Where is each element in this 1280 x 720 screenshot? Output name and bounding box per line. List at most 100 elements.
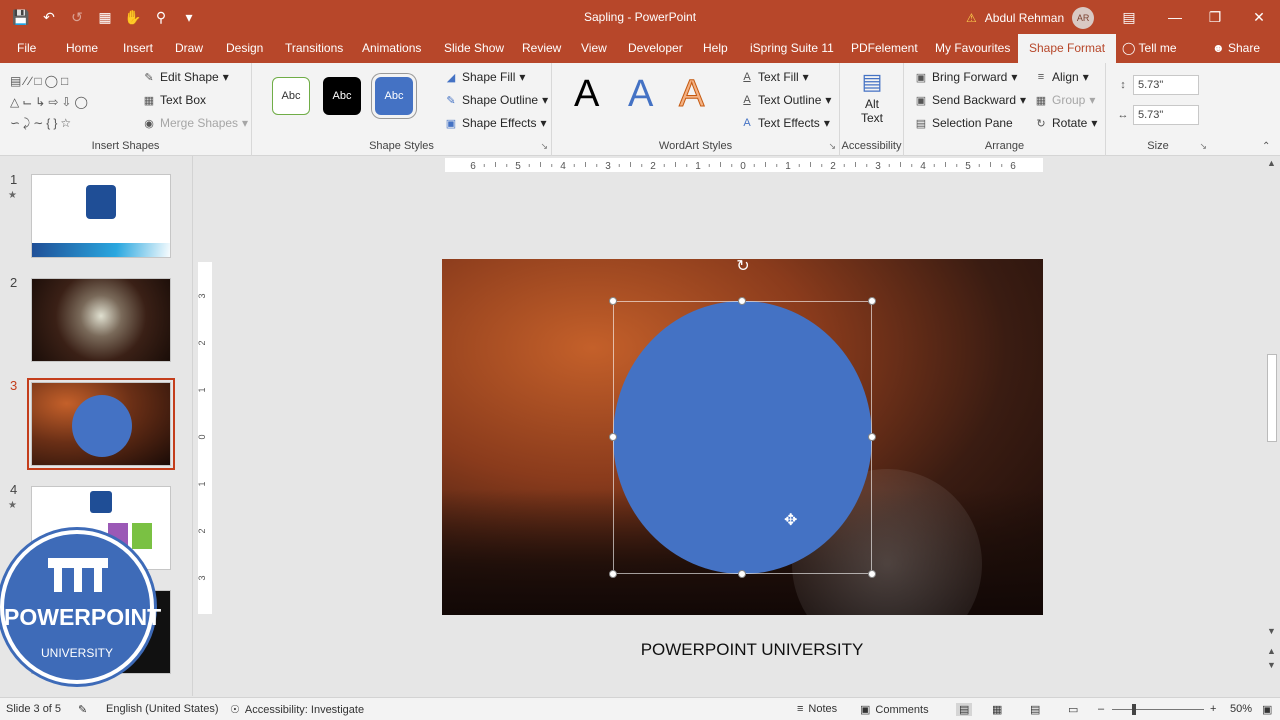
close-icon[interactable]: ✕ — [1246, 6, 1272, 28]
shape-fill-button[interactable]: ◢ Shape Fill ▾ — [444, 70, 526, 84]
zoom-out-icon[interactable]: – — [1098, 703, 1104, 715]
share-button[interactable]: ☻ Share — [1212, 41, 1260, 55]
align-button[interactable]: ≡ Align ▾ — [1034, 70, 1089, 84]
tab-animations[interactable]: Animations — [362, 41, 421, 55]
style-swatch-outline[interactable]: Abc — [272, 77, 310, 115]
text-fill-button[interactable]: A Text Fill ▾ — [740, 70, 808, 84]
rotate-button[interactable]: ↻ Rotate ▾ — [1034, 116, 1097, 130]
alt-text-button[interactable]: ▤ Alt Text — [850, 69, 894, 125]
resize-handle-bm[interactable] — [738, 570, 746, 578]
resize-handle-mr[interactable] — [868, 433, 876, 441]
user-account[interactable]: ⚠ Abdul Rehman AR — [966, 7, 1095, 29]
next-slide-icon[interactable]: ▼ — [1267, 660, 1276, 670]
slide-sorter-icon[interactable]: ▦ — [992, 703, 1002, 716]
previous-slide-icon[interactable]: ▲ — [1267, 646, 1276, 656]
ribbon-display-icon[interactable]: ▤ — [1116, 6, 1142, 28]
slideshow-view-icon[interactable]: ▭ — [1068, 703, 1078, 716]
accessibility-checker[interactable]: ☉ Accessibility: Investigate — [230, 703, 364, 717]
text-outline-label: Text Outline — [758, 93, 822, 107]
scroll-down-icon[interactable]: ▼ — [1267, 626, 1276, 636]
resize-handle-br[interactable] — [868, 570, 876, 578]
group-arrange: ▣ Bring Forward ▾ ▣ Send Backward ▾ ▤ Selec… — [904, 63, 1106, 156]
send-backward-button[interactable]: ▣ Send Backward ▾ — [914, 93, 1026, 107]
tab-draw[interactable]: Draw — [175, 41, 203, 55]
tab-review[interactable]: Review — [522, 41, 561, 55]
tab-design[interactable]: Design — [226, 41, 263, 55]
text-outline-button[interactable]: A Text Outline ▾ — [740, 93, 831, 107]
tab-ispring[interactable]: iSpring Suite 11 — [750, 41, 834, 55]
scroll-up-icon[interactable]: ▲ — [1267, 158, 1276, 168]
maximize-icon[interactable]: ❐ — [1202, 6, 1228, 28]
rotate-handle-icon[interactable]: ↻ — [734, 258, 752, 276]
logo-shape — [90, 491, 112, 513]
tab-home[interactable]: Home — [66, 41, 98, 55]
shapes-gallery[interactable]: ▤∕∕□◯□ △⌙↳⇨⇩◯ ∽⤸∼{}☆ — [10, 71, 122, 133]
shape-outline-button[interactable]: ✎ Shape Outline ▾ — [444, 93, 548, 107]
tab-shape-format[interactable]: Shape Format — [1018, 34, 1117, 63]
wordart-blue[interactable]: A — [628, 73, 653, 116]
text-effects-button[interactable]: A Text Effects ▾ — [740, 116, 830, 130]
slide-thumbnail-3[interactable] — [27, 378, 175, 470]
zoom-level[interactable]: 50% — [1230, 703, 1252, 715]
ruler-tick-label: 0 — [198, 434, 207, 439]
style-swatch-black[interactable]: Abc — [323, 77, 361, 115]
fit-to-window-icon[interactable]: ▣ — [1262, 703, 1272, 716]
text-box-icon: ▦ — [143, 94, 155, 107]
dialog-launcher-icon[interactable]: ↘ — [1199, 141, 1207, 152]
reading-view-icon[interactable]: ▤ — [1030, 703, 1040, 716]
style-swatch-blue[interactable]: Abc — [375, 77, 413, 115]
normal-view-icon[interactable]: ▤ — [956, 703, 973, 716]
selection-pane-button[interactable]: ▤ Selection Pane — [914, 116, 1013, 130]
resize-handle-tl[interactable] — [609, 297, 617, 305]
tab-my-favourites[interactable]: My Favourites — [935, 41, 1010, 55]
tab-slide-show[interactable]: Slide Show — [444, 41, 504, 55]
zoom-slider[interactable] — [1112, 704, 1204, 715]
edit-shape-button[interactable]: ✎ Edit Shape ▾ — [142, 70, 228, 84]
height-input[interactable]: 5.73" — [1133, 75, 1199, 95]
tab-tell-me[interactable]: ◯ Tell me — [1122, 41, 1177, 55]
spelling-icon[interactable]: ✎ — [78, 703, 87, 716]
scroll-thumb[interactable] — [1267, 354, 1277, 442]
resize-handle-tm[interactable] — [738, 297, 746, 305]
animation-star-icon: ★ — [8, 190, 17, 201]
align-label: Align — [1052, 70, 1079, 84]
notes-text[interactable]: POWERPOINT UNIVERSITY — [442, 640, 1062, 660]
tab-pdfelement[interactable]: PDFelement — [851, 41, 918, 55]
slide-thumbnail-2[interactable] — [31, 278, 171, 362]
ruler-ticks: 6 5 4 3 2 1 0 1 2 3 4 5 6 — [470, 161, 1016, 172]
badge-subtitle: UNIVERSITY — [40, 646, 113, 660]
text-box-button[interactable]: ▦ Text Box — [142, 93, 206, 107]
width-input[interactable]: 5.73" — [1133, 105, 1199, 125]
tab-transitions[interactable]: Transitions — [285, 41, 343, 55]
align-icon: ≡ — [1037, 71, 1045, 83]
dialog-launcher-icon[interactable]: ↘ — [828, 141, 836, 152]
merge-shapes-button[interactable]: ◉ Merge Shapes ▾ — [142, 116, 248, 130]
resize-handle-ml[interactable] — [609, 433, 617, 441]
tab-help[interactable]: Help — [703, 41, 728, 55]
paint-bucket-icon: ◢ — [446, 71, 456, 84]
rotate-label: Rotate — [1052, 116, 1088, 130]
language-indicator[interactable]: English (United States) — [106, 703, 219, 715]
tab-file[interactable]: File — [17, 41, 36, 55]
resize-handle-bl[interactable] — [609, 570, 617, 578]
shape-effects-button[interactable]: ▣ Shape Effects ▾ — [444, 116, 547, 130]
tell-me-label: Tell me — [1138, 41, 1177, 55]
tab-developer[interactable]: Developer — [628, 41, 683, 55]
collapse-ribbon-icon[interactable]: ⌃ — [1262, 141, 1270, 152]
group-button[interactable]: ▦ Group ▾ — [1034, 93, 1096, 107]
comments-button[interactable]: ▣ Comments — [860, 703, 929, 717]
bring-forward-button[interactable]: ▣ Bring Forward ▾ — [914, 70, 1018, 84]
vertical-scrollbar[interactable]: ▲ ▼ ▲ ▼ — [1264, 156, 1280, 696]
resize-handle-tr[interactable] — [868, 297, 876, 305]
slide-thumbnail-1[interactable] — [31, 174, 171, 258]
vertical-ruler: 3 2 1 0 1 2 3 — [197, 262, 212, 614]
tab-view[interactable]: View — [581, 41, 607, 55]
wordart-black[interactable]: A — [574, 73, 599, 116]
notes-button[interactable]: ≡ Notes — [797, 703, 837, 715]
minimize-icon[interactable]: — — [1162, 6, 1188, 28]
group-size: ↕ 5.73" ↔ 5.73" Size ↘ — [1106, 63, 1210, 156]
wordart-orange[interactable]: A — [678, 73, 704, 116]
zoom-in-icon[interactable]: + — [1210, 703, 1216, 715]
tab-insert[interactable]: Insert — [123, 41, 153, 55]
dialog-launcher-icon[interactable]: ↘ — [540, 141, 548, 152]
